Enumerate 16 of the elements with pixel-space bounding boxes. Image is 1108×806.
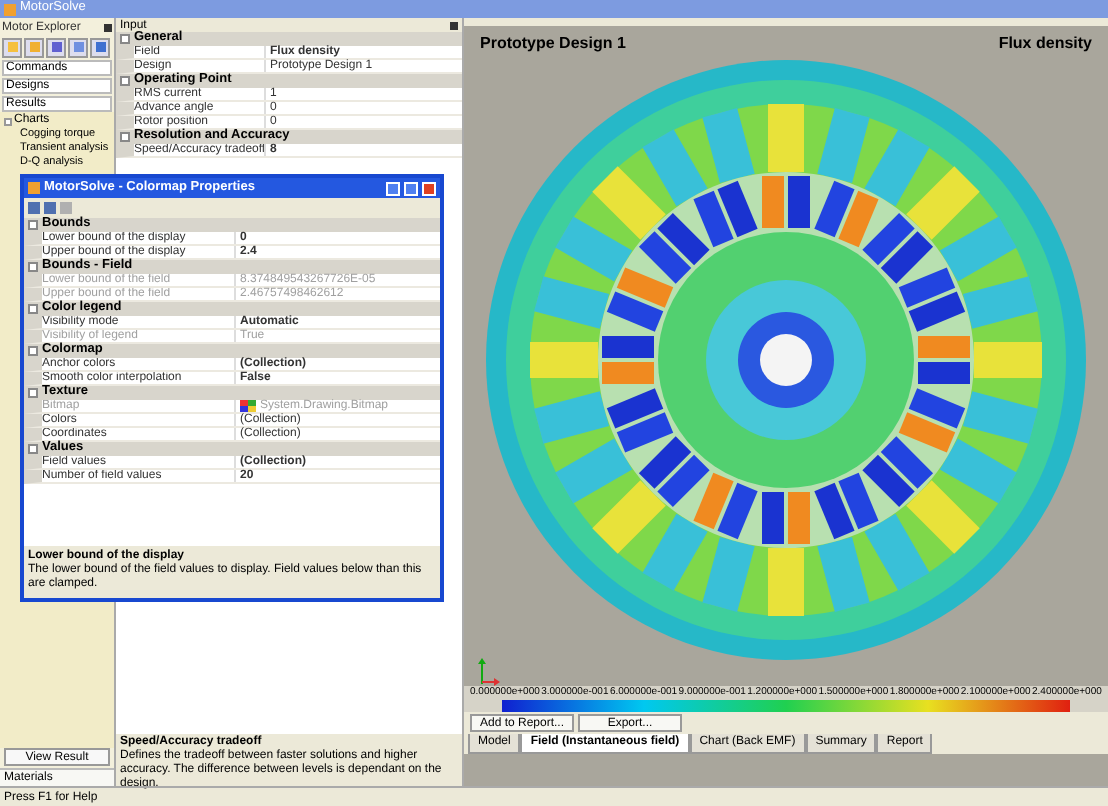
app-icon bbox=[4, 3, 16, 15]
axis-icon bbox=[476, 658, 500, 686]
collapse-icon[interactable] bbox=[28, 346, 38, 356]
app-icon bbox=[28, 182, 40, 194]
collapse-icon[interactable] bbox=[120, 132, 130, 142]
expand-icon[interactable] bbox=[4, 117, 12, 125]
collapse-icon[interactable] bbox=[28, 444, 38, 454]
collapse-icon[interactable] bbox=[28, 262, 38, 272]
collapse-icon[interactable] bbox=[28, 304, 38, 314]
collapse-icon[interactable] bbox=[28, 220, 38, 230]
collapse-icon[interactable] bbox=[28, 388, 38, 398]
bitmap-icon bbox=[240, 400, 256, 412]
collapse-icon[interactable] bbox=[120, 76, 130, 86]
collapse-icon[interactable] bbox=[120, 34, 130, 44]
field-title: Flux density bbox=[998, 32, 1092, 56]
design-title: Prototype Design 1 bbox=[480, 32, 626, 56]
